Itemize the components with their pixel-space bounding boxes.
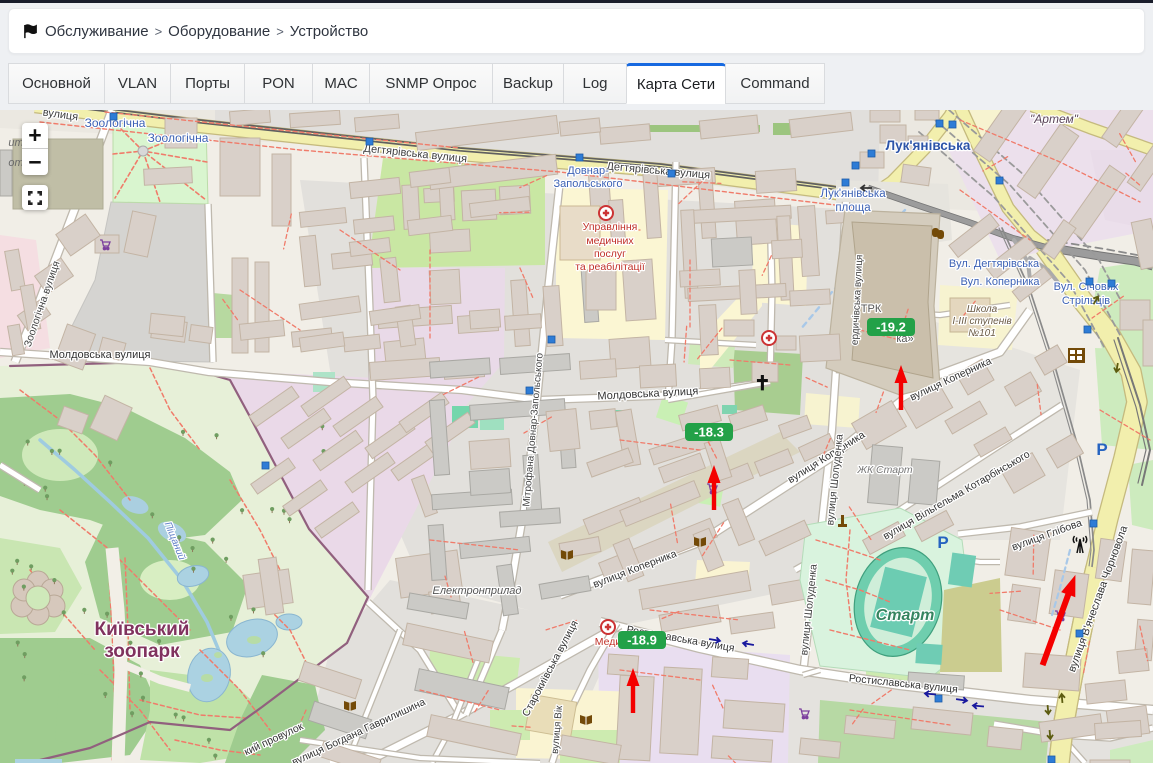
svg-text:Електронприлад: Електронприлад <box>433 585 522 597</box>
svg-text:№101: №101 <box>968 328 996 339</box>
svg-text:Молдовська вулиця: Молдовська вулиця <box>50 349 151 361</box>
svg-text:І-ІІІ ступенів: І-ІІІ ступенів <box>952 316 1011 327</box>
svg-text:медичних: медичних <box>586 235 634 247</box>
svg-text:✝: ✝ <box>754 373 771 395</box>
svg-text:ЖК Старт: ЖК Старт <box>856 464 913 476</box>
svg-text:Лук'янівська: Лук'янівська <box>886 138 971 153</box>
svg-text:площа: площа <box>835 202 871 214</box>
svg-text:P: P <box>937 533 948 552</box>
svg-text:зоопарк: зоопарк <box>104 641 180 662</box>
svg-text:Вул. Дегтярівська: Вул. Дегтярівська <box>949 258 1040 270</box>
svg-text:Старт: Старт <box>876 607 935 624</box>
svg-text:Запольського: Запольського <box>554 178 623 190</box>
svg-text:Стрільців: Стрільців <box>1062 295 1110 307</box>
svg-text:ТРК: ТРК <box>861 303 882 315</box>
svg-text:P: P <box>1096 440 1107 459</box>
svg-text:Управління: Управління <box>583 221 638 233</box>
svg-text:Київський: Київський <box>95 619 190 640</box>
svg-text:-18.3: -18.3 <box>694 425 724 440</box>
svg-text:Школа: Школа <box>967 304 998 315</box>
svg-text:Меди: Меди <box>595 636 622 648</box>
svg-text:-18.9: -18.9 <box>627 633 657 648</box>
svg-text:послуг: послуг <box>594 248 626 260</box>
svg-text:"Артем": "Артем" <box>1030 112 1079 126</box>
svg-text:-19.2: -19.2 <box>876 320 906 335</box>
svg-text:Зоологічна: Зоологічна <box>148 131 209 145</box>
svg-text:Вул. Коперника: Вул. Коперника <box>960 276 1040 288</box>
svg-text:Лук'янівська: Лук'янівська <box>820 188 886 200</box>
svg-text:Довнар-: Довнар- <box>567 165 609 177</box>
svg-text:та реабілітації: та реабілітації <box>575 261 645 273</box>
